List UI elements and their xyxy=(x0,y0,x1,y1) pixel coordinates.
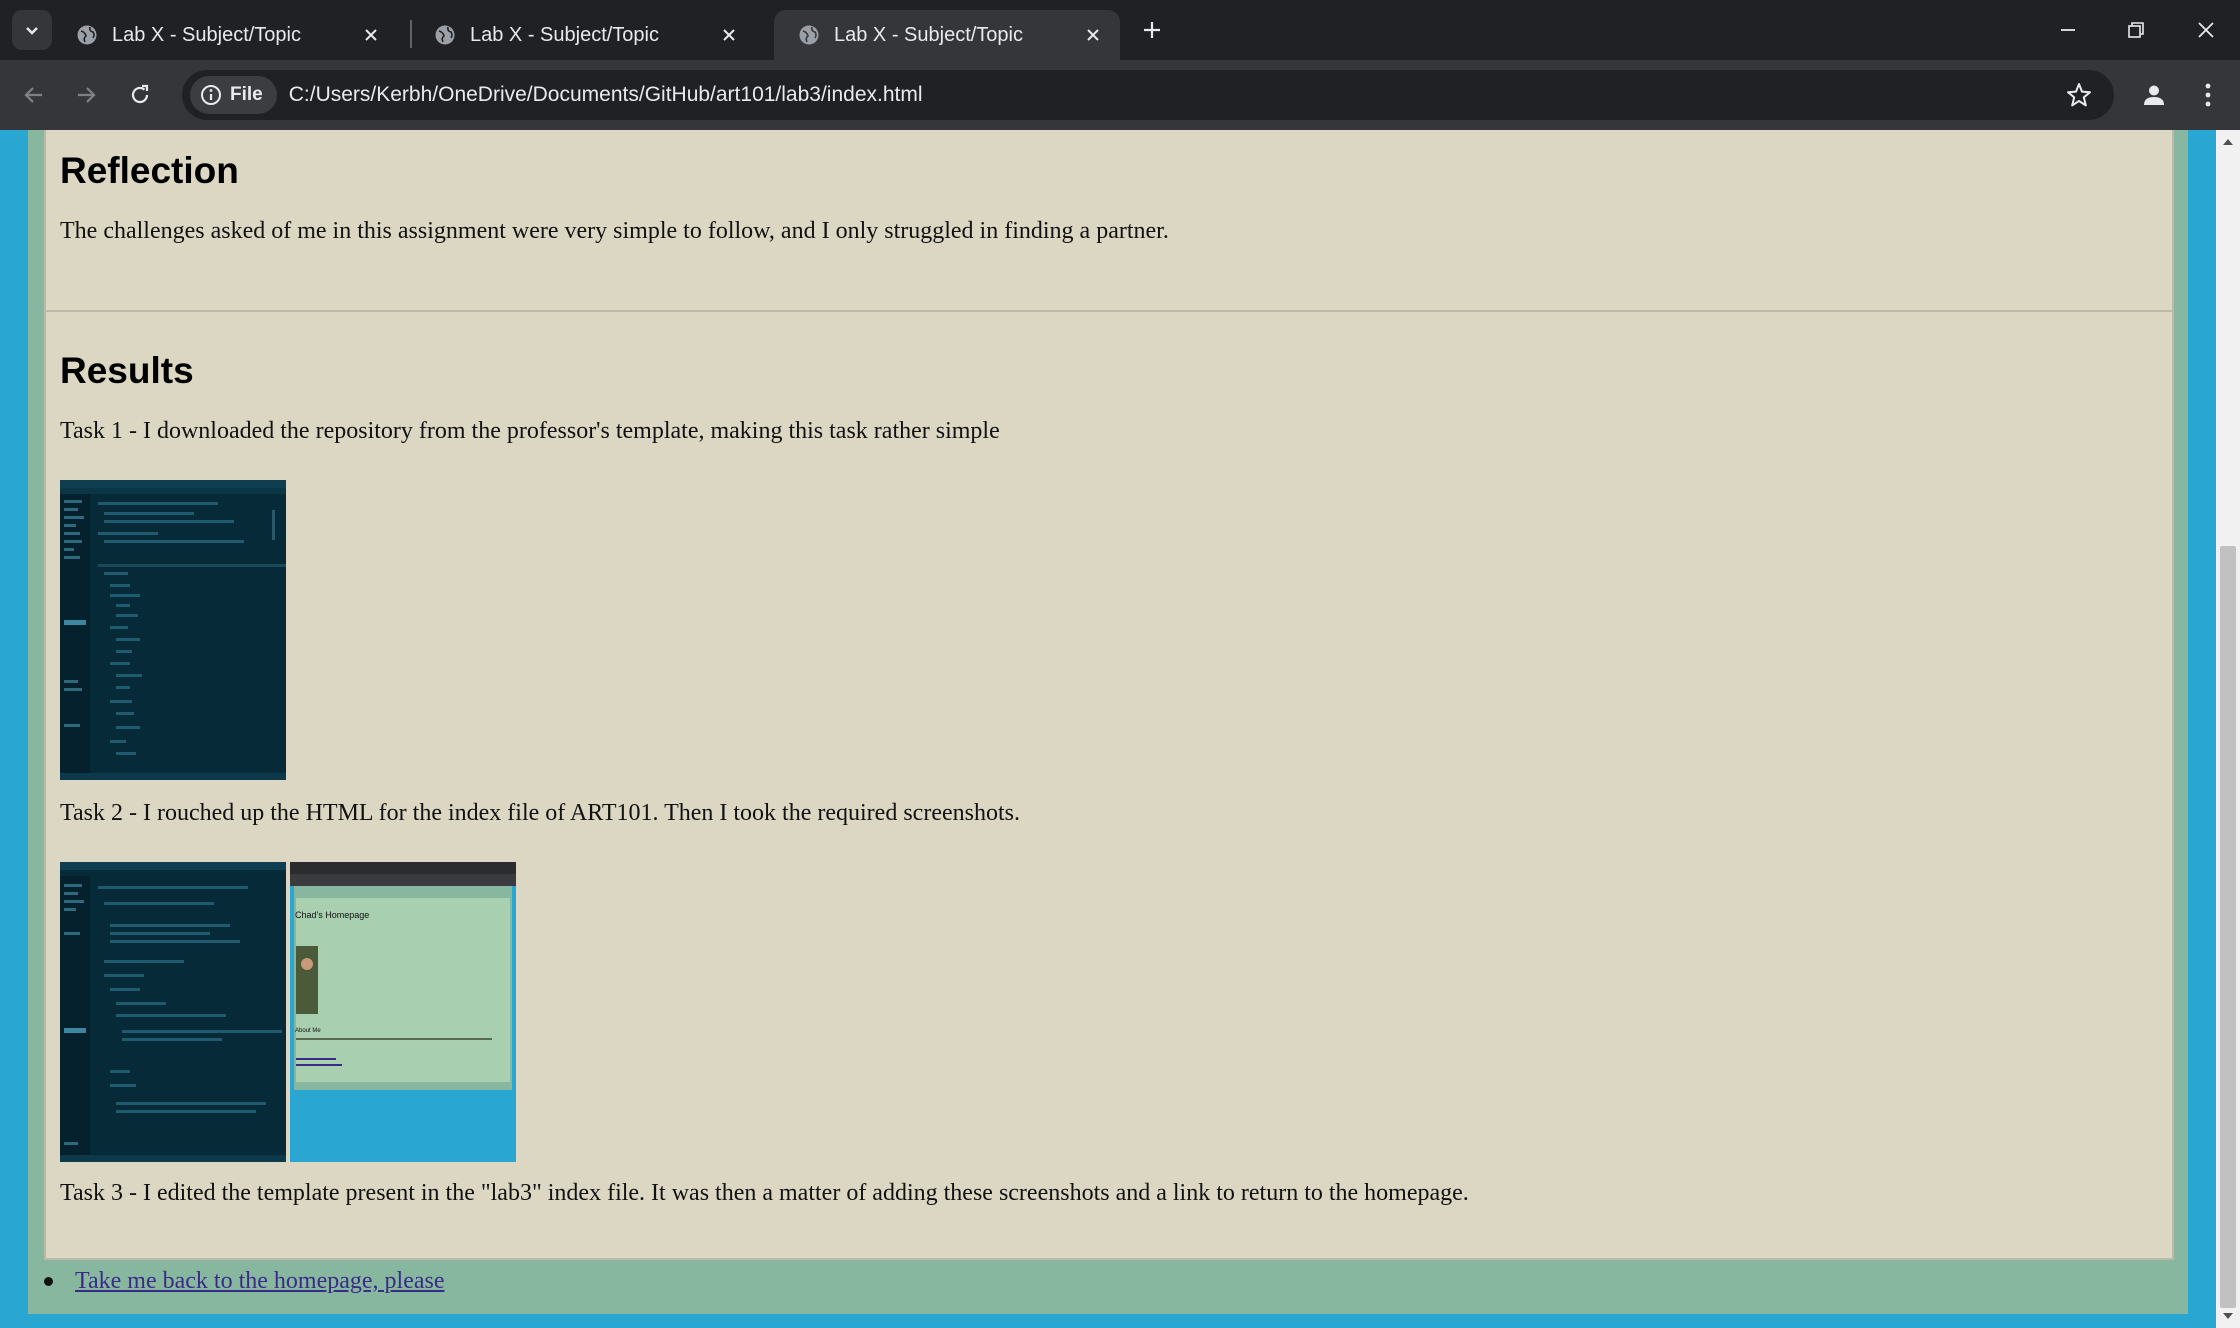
tab-title: Lab X - Subject/Topic xyxy=(834,23,1023,46)
globe-icon xyxy=(435,25,455,45)
tab-3-active[interactable]: Lab X - Subject/Topic xyxy=(774,10,1120,60)
chevron-down-icon xyxy=(26,27,38,35)
new-tab-button[interactable] xyxy=(1136,14,1168,46)
close-window-button[interactable] xyxy=(2184,8,2228,52)
profile-icon xyxy=(2144,85,2164,105)
reload-button[interactable] xyxy=(120,75,160,115)
plus-icon xyxy=(1144,22,1160,38)
thumb-about-heading: About Me xyxy=(295,1028,321,1034)
close-icon xyxy=(2198,22,2214,38)
close-tab-icon[interactable] xyxy=(718,24,740,46)
minimize-button[interactable] xyxy=(2046,8,2090,52)
task2-homepage-screenshot[interactable]: Chad's Homepage About Me xyxy=(290,862,516,1162)
task1-text: Task 1 - I downloaded the repository fro… xyxy=(60,418,1000,444)
globe-icon xyxy=(77,25,97,45)
site-info-chip[interactable]: File xyxy=(190,76,277,114)
tab-2[interactable]: Lab X - Subject/Topic xyxy=(410,10,756,60)
address-bar[interactable]: File C:/Users/Kerbh/OneDrive/Documents/G… xyxy=(182,70,2114,120)
results-section: Results Task 1 - I downloaded the reposi… xyxy=(44,310,2174,1260)
info-icon xyxy=(201,85,221,105)
task2-code-screenshot[interactable] xyxy=(60,862,286,1162)
back-to-homepage-link[interactable]: Take me back to the homepage, please xyxy=(75,1268,445,1295)
task2-text: Task 2 - I rouched up the HTML for the i… xyxy=(60,800,1020,826)
forward-button[interactable] xyxy=(66,75,106,115)
back-button[interactable] xyxy=(14,75,54,115)
tab-title: Lab X - Subject/Topic xyxy=(112,23,301,46)
back-link-list: Take me back to the homepage, please xyxy=(44,1268,445,1295)
kebab-menu-icon xyxy=(2205,83,2211,107)
browser-toolbar: File C:/Users/Kerbh/OneDrive/Documents/G… xyxy=(0,60,2240,130)
tab-title: Lab X - Subject/Topic xyxy=(470,23,659,46)
reload-icon xyxy=(131,84,149,104)
thumb-homepage-title: Chad's Homepage xyxy=(295,910,369,920)
reflection-text: The challenges asked of me in this assig… xyxy=(60,218,1169,244)
restore-button[interactable] xyxy=(2114,8,2158,52)
reflection-heading: Reflection xyxy=(60,150,239,191)
globe-icon xyxy=(799,25,819,45)
restore-icon xyxy=(2128,22,2144,38)
tab-strip: Lab X - Subject/Topic Lab X - Subject/To… xyxy=(0,0,2240,60)
minimize-icon xyxy=(2061,29,2075,31)
arrow-left-icon xyxy=(24,87,42,103)
tab-1[interactable]: Lab X - Subject/Topic xyxy=(52,10,398,60)
close-tab-icon[interactable] xyxy=(1082,24,1104,46)
list-bullet xyxy=(44,1277,53,1286)
results-heading: Results xyxy=(60,350,194,391)
task3-text: Task 3 - I edited the template present i… xyxy=(60,1180,1469,1206)
task1-screenshot[interactable] xyxy=(60,480,286,780)
page-viewport: Reflection The challenges asked of me in… xyxy=(0,130,2216,1328)
tab-search-button[interactable] xyxy=(12,10,52,50)
browser-menu-button[interactable] xyxy=(2188,75,2228,115)
scrollbar-thumb[interactable] xyxy=(2220,546,2236,1308)
security-chip-label: File xyxy=(230,84,263,105)
url-text[interactable]: C:/Users/Kerbh/OneDrive/Documents/GitHub… xyxy=(289,83,923,107)
close-tab-icon[interactable] xyxy=(360,24,382,46)
profile-button[interactable] xyxy=(2134,75,2174,115)
content-container: Reflection The challenges asked of me in… xyxy=(28,130,2188,1314)
scroll-down-arrow-icon[interactable] xyxy=(2222,1310,2234,1322)
page-scrollbar[interactable] xyxy=(2216,130,2240,1328)
scroll-up-arrow-icon[interactable] xyxy=(2222,136,2234,148)
arrow-right-icon xyxy=(78,87,96,103)
bookmark-star-icon[interactable] xyxy=(2066,82,2092,108)
